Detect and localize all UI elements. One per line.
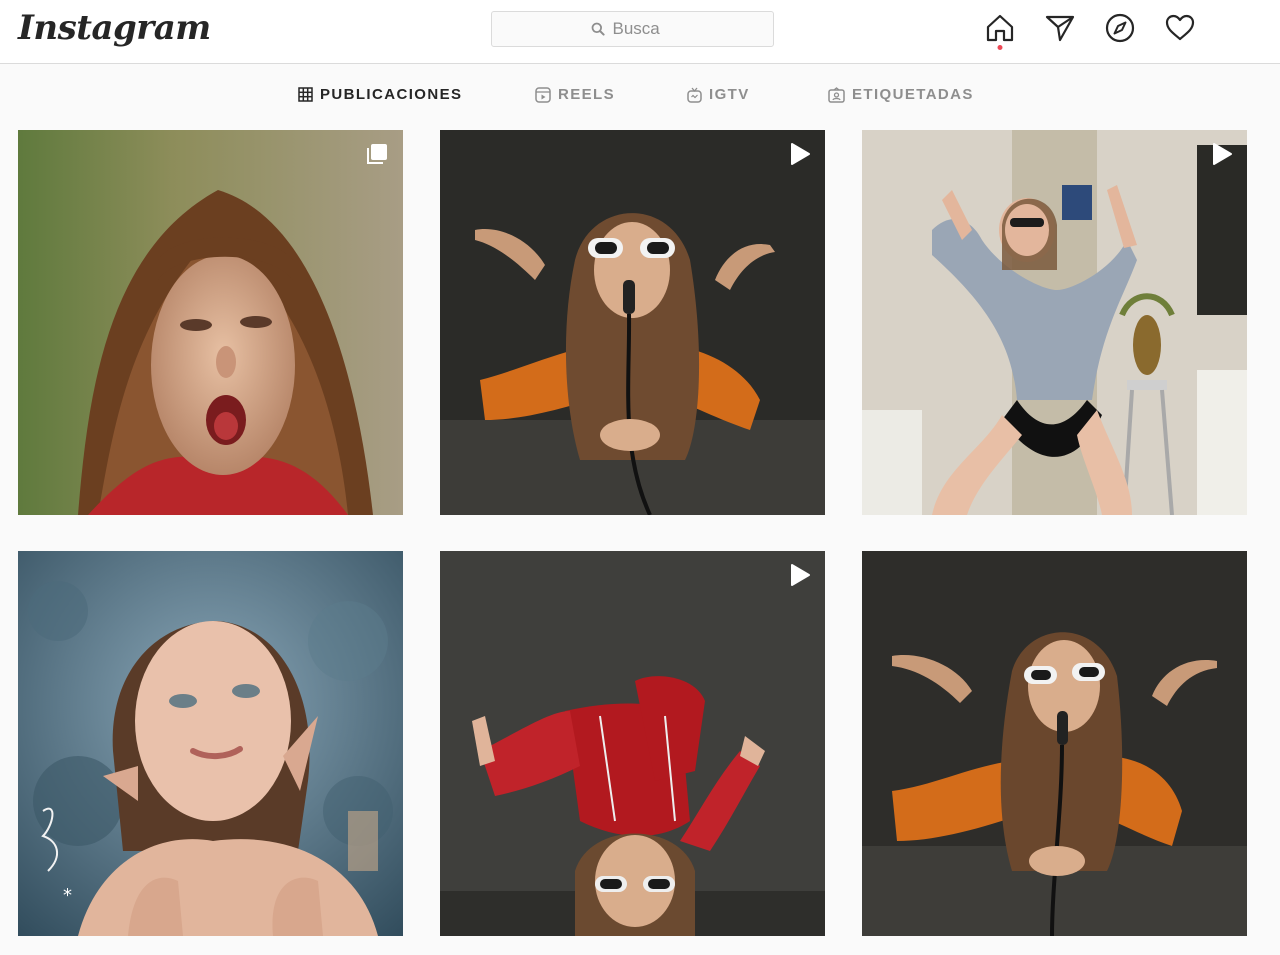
profile-tabs: PUBLICACIONES REELS IGTV ETIQUETADAS [0, 64, 1280, 130]
search-input[interactable] [610, 18, 675, 40]
notification-dot [997, 45, 1003, 50]
search-box[interactable] [491, 11, 774, 47]
carousel-icon [365, 142, 389, 171]
tagged-icon [828, 86, 845, 103]
svg-text:*: * [63, 885, 72, 906]
instagram-logo[interactable]: Instagram [18, 8, 211, 48]
post-image [18, 130, 403, 515]
explore-icon[interactable] [1104, 12, 1136, 46]
post-image [440, 551, 825, 936]
tab-etiquetadas[interactable]: ETIQUETADAS [828, 86, 974, 103]
tab-reels[interactable]: REELS [535, 86, 615, 103]
activity-heart-icon[interactable] [1164, 12, 1196, 46]
search-icon [591, 22, 605, 36]
tab-igtv[interactable]: IGTV [687, 86, 750, 103]
post-thumbnail[interactable]: * [18, 551, 403, 936]
tab-label: REELS [558, 86, 616, 103]
tab-publicaciones[interactable]: PUBLICACIONES [298, 86, 462, 103]
post-thumbnail[interactable] [862, 130, 1247, 515]
reels-icon [535, 86, 551, 103]
direct-message-icon[interactable] [1044, 12, 1076, 46]
home-icon[interactable] [984, 12, 1016, 50]
play-icon [789, 142, 811, 171]
post-thumbnail[interactable] [862, 551, 1247, 936]
tab-label: ETIQUETADAS [852, 86, 974, 103]
play-icon [789, 563, 811, 592]
nav-icon-group [984, 12, 1196, 50]
post-image [440, 130, 825, 515]
post-thumbnail[interactable] [440, 551, 825, 936]
post-image [862, 130, 1247, 515]
tab-label: PUBLICACIONES [320, 86, 463, 103]
play-icon [1211, 142, 1233, 171]
post-image: * [18, 551, 403, 936]
igtv-icon [687, 87, 702, 103]
grid-icon [298, 87, 313, 102]
top-navigation-bar: Instagram [0, 0, 1280, 64]
post-image [862, 551, 1247, 936]
tab-label: IGTV [709, 86, 750, 103]
post-thumbnail[interactable] [18, 130, 403, 515]
post-thumbnail[interactable] [440, 130, 825, 515]
